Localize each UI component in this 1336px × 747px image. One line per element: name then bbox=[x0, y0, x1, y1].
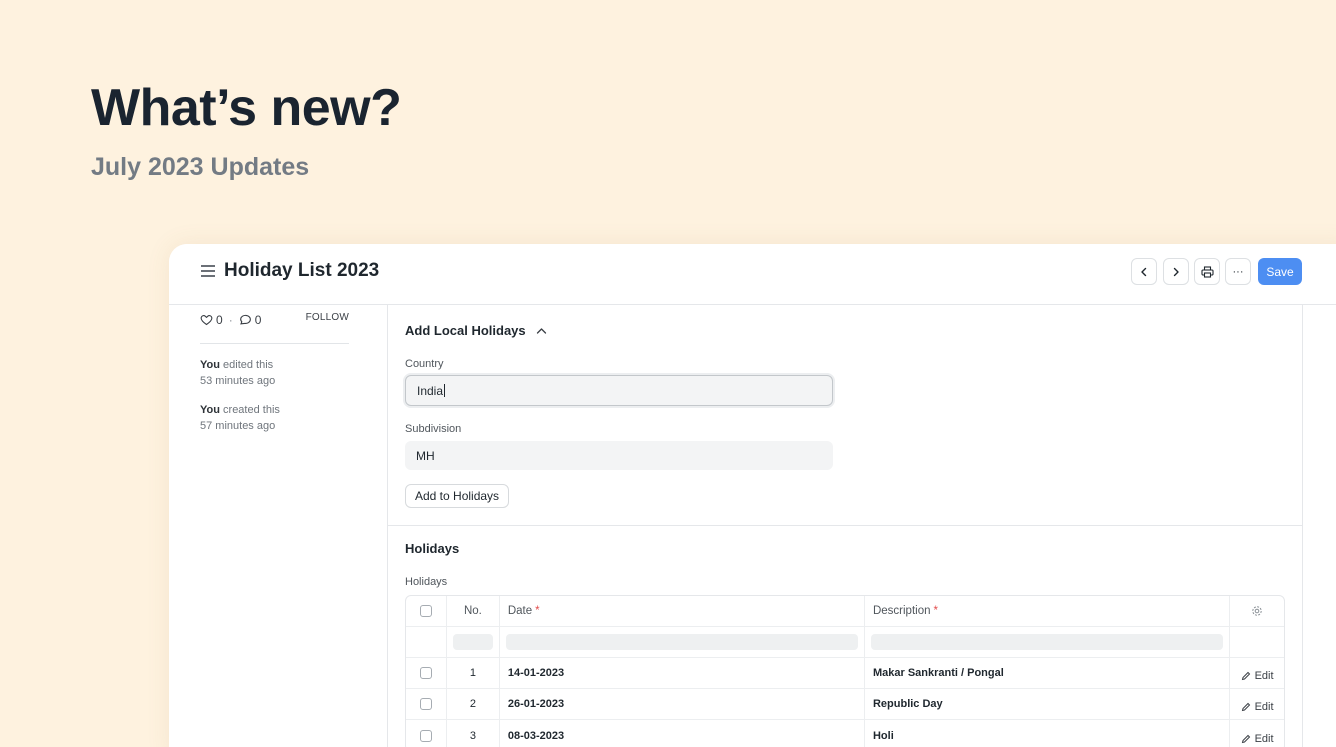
chevron-right-icon bbox=[1173, 267, 1179, 276]
row-no: 3 bbox=[447, 720, 500, 747]
filter-description-input[interactable] bbox=[870, 634, 1224, 650]
column-header-date: Date * bbox=[500, 596, 865, 626]
table-row[interactable]: 2 26-01-2023 Republic Day Edit bbox=[406, 689, 1284, 720]
chevron-left-icon bbox=[1141, 267, 1147, 276]
filter-cell bbox=[406, 627, 447, 657]
row-description[interactable]: Holi bbox=[865, 720, 1231, 747]
printer-icon bbox=[1200, 265, 1214, 278]
text-cursor bbox=[444, 384, 446, 397]
row-select-cell bbox=[406, 658, 447, 688]
holidays-table-label: Holidays bbox=[405, 576, 448, 588]
activity-actor: You bbox=[200, 404, 220, 416]
row-select-cell bbox=[406, 720, 447, 747]
edit-label: Edit bbox=[1254, 670, 1274, 682]
sidebar-divider bbox=[200, 343, 349, 344]
subdivision-value: MH bbox=[416, 448, 435, 463]
likes-count: 0 bbox=[216, 313, 223, 327]
filter-cell bbox=[500, 627, 865, 657]
page-title: Holiday List 2023 bbox=[224, 260, 380, 281]
promo-subtitle: July 2023 Updates bbox=[91, 153, 310, 181]
follow-link[interactable]: FOLLOW bbox=[306, 312, 349, 323]
chevron-up-icon bbox=[536, 327, 546, 334]
pencil-icon bbox=[1241, 671, 1250, 681]
select-all-checkbox[interactable] bbox=[419, 605, 432, 617]
column-header-no: No. bbox=[447, 596, 500, 626]
row-description[interactable]: Makar Sankranti / Pongal bbox=[865, 658, 1231, 688]
sidebar: 0 · 0 FOLLOW You edited this 53 minutes … bbox=[169, 305, 387, 747]
row-checkbox[interactable] bbox=[419, 698, 432, 710]
gear-icon[interactable] bbox=[1251, 605, 1263, 617]
filter-row bbox=[406, 627, 1284, 658]
column-header-description-label: Description bbox=[872, 605, 931, 617]
select-all-cell bbox=[406, 596, 447, 626]
row-action-cell: Edit bbox=[1230, 658, 1284, 688]
hamburger-menu-icon[interactable] bbox=[201, 265, 215, 277]
table-header-row: No. Date * Description * bbox=[406, 596, 1284, 627]
activity-actor: You bbox=[200, 359, 220, 371]
subdivision-label: Subdivision bbox=[405, 423, 462, 435]
column-header-date-label: Date bbox=[507, 605, 533, 617]
previous-doc-button[interactable] bbox=[1131, 258, 1157, 285]
row-description[interactable]: Republic Day bbox=[865, 689, 1231, 719]
row-no: 1 bbox=[447, 658, 500, 688]
row-edit-button[interactable]: Edit bbox=[1241, 701, 1274, 713]
filter-no-input[interactable] bbox=[452, 634, 493, 650]
form-main: Add Local Holidays Country India Subdivi… bbox=[387, 305, 1303, 747]
activity-action: edited this bbox=[219, 359, 274, 371]
separator-dot: · bbox=[228, 313, 233, 327]
row-checkbox[interactable] bbox=[419, 667, 432, 679]
required-mark: * bbox=[535, 605, 540, 617]
section-add-local-holidays[interactable]: Add Local Holidays bbox=[405, 323, 547, 338]
comments-count: 0 bbox=[254, 313, 262, 327]
row-edit-button[interactable]: Edit bbox=[1241, 733, 1274, 745]
row-action-cell: Edit bbox=[1230, 720, 1284, 747]
table-row[interactable]: 1 14-01-2023 Makar Sankranti / Pongal Ed… bbox=[406, 658, 1284, 689]
country-field[interactable]: India bbox=[405, 375, 833, 406]
row-date[interactable]: 08-03-2023 bbox=[500, 720, 865, 747]
table-row[interactable]: 3 08-03-2023 Holi Edit bbox=[406, 720, 1284, 747]
filter-date-input[interactable] bbox=[505, 634, 858, 650]
page-header: Holiday List 2023 ··· Save bbox=[169, 244, 1336, 305]
likes-comments-row: 0 · 0 FOLLOW bbox=[200, 311, 349, 329]
edit-label: Edit bbox=[1254, 732, 1274, 745]
column-settings-cell bbox=[1230, 596, 1284, 626]
country-value: India bbox=[417, 383, 444, 398]
section-divider bbox=[388, 525, 1302, 526]
heart-icon[interactable] bbox=[200, 314, 213, 326]
filter-cell bbox=[865, 627, 1231, 657]
row-checkbox[interactable] bbox=[419, 729, 432, 742]
section-title: Add Local Holidays bbox=[405, 323, 526, 338]
promo-title: What’s new? bbox=[91, 79, 402, 137]
column-header-description: Description * bbox=[865, 596, 1231, 626]
row-no: 2 bbox=[447, 689, 500, 719]
row-select-cell bbox=[406, 689, 447, 719]
more-actions-button[interactable]: ··· bbox=[1225, 258, 1251, 285]
holidays-table: No. Date * Description * 1 14-01-2023 Maka… bbox=[405, 595, 1285, 747]
row-date[interactable]: 14-01-2023 bbox=[500, 658, 865, 688]
comment-icon[interactable] bbox=[239, 314, 252, 326]
next-doc-button[interactable] bbox=[1163, 258, 1189, 285]
row-action-cell: Edit bbox=[1230, 689, 1284, 719]
app-window: Holiday List 2023 ··· Save 0 · 0 FOLLOW … bbox=[169, 244, 1336, 747]
filter-cell bbox=[447, 627, 500, 657]
edit-label: Edit bbox=[1254, 701, 1274, 713]
pencil-icon bbox=[1241, 702, 1250, 712]
required-mark: * bbox=[933, 605, 938, 617]
activity-item: You edited this 53 minutes ago bbox=[200, 357, 275, 389]
activity-time: 57 minutes ago bbox=[200, 420, 276, 432]
add-to-holidays-button[interactable]: Add to Holidays bbox=[405, 484, 510, 508]
filter-cell bbox=[1230, 627, 1284, 657]
row-edit-button[interactable]: Edit bbox=[1241, 670, 1274, 682]
pencil-icon bbox=[1241, 734, 1250, 743]
activity-time: 53 minutes ago bbox=[200, 375, 276, 387]
subdivision-field[interactable]: MH bbox=[405, 441, 833, 470]
activity-action: created this bbox=[219, 404, 280, 416]
holidays-section-title: Holidays bbox=[405, 541, 460, 556]
activity-item: You created this 57 minutes ago bbox=[200, 402, 280, 434]
save-button[interactable]: Save bbox=[1258, 258, 1302, 285]
row-date[interactable]: 26-01-2023 bbox=[500, 689, 865, 719]
country-label: Country bbox=[405, 358, 444, 370]
print-button[interactable] bbox=[1194, 258, 1220, 285]
